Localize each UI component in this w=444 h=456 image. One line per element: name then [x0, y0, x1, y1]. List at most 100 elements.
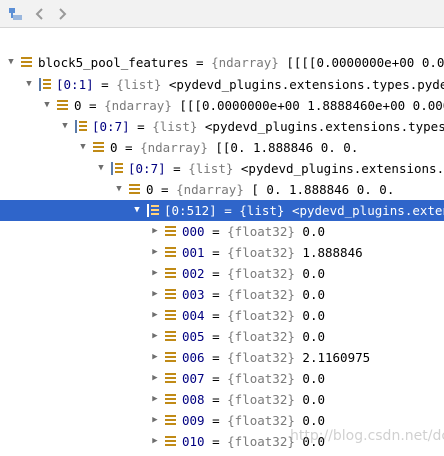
expanded-arrow-icon[interactable]: ▼: [6, 52, 16, 73]
tree-row[interactable]: ▶ 007 = {float32} 0.0: [0, 368, 444, 389]
equals-sign: =: [204, 266, 228, 281]
equals-sign: =: [81, 98, 105, 113]
variable-name: [0:1]: [56, 77, 94, 92]
variable-value: <pydevd_plugins.extensions.types.pydevd_…: [240, 161, 444, 176]
collapsed-arrow-icon[interactable]: ▶: [150, 221, 160, 242]
tree-row[interactable]: ▶ 005 = {float32} 0.0: [0, 326, 444, 347]
collapsed-arrow-icon[interactable]: ▶: [150, 263, 160, 284]
ndarray-icon: [129, 184, 140, 195]
tree-row-text: 000 = {float32} 0.0: [182, 221, 325, 242]
debugger-toolbar: [0, 0, 444, 28]
variable-name: 010: [182, 434, 205, 449]
collapsed-arrow-icon[interactable]: ▶: [150, 326, 160, 347]
equals-sign: =: [188, 55, 212, 70]
tree-row[interactable]: ▶ 001 = {float32} 1.888846: [0, 242, 444, 263]
tree-row-text: 004 = {float32} 0.0: [182, 305, 325, 326]
tree-row-text: block5_pool_features = {ndarray} [[[[0.0…: [38, 52, 444, 73]
ndarray-icon: [165, 415, 176, 426]
equals-sign: =: [204, 413, 228, 428]
tree-row-text: 003 = {float32} 0.0: [182, 284, 325, 305]
tree-row[interactable]: ▼ [0:7] = {list} <pydevd_plugins.extensio…: [0, 158, 444, 179]
variable-type: {ndarray}: [140, 140, 208, 155]
collapsed-arrow-icon[interactable]: ▶: [150, 431, 160, 452]
ndarray-icon: [165, 394, 176, 405]
tree-row[interactable]: ▶ 002 = {float32} 0.0: [0, 263, 444, 284]
collapsed-arrow-icon[interactable]: ▶: [150, 347, 160, 368]
variable-name: [0:7]: [92, 119, 130, 134]
variable-type: {list}: [188, 161, 234, 176]
equals-sign: =: [204, 392, 228, 407]
variable-value: 0.0: [294, 308, 325, 323]
expanded-arrow-icon[interactable]: ▼: [24, 74, 34, 95]
equals-sign: =: [204, 308, 228, 323]
equals-sign: =: [129, 119, 153, 134]
tree-row[interactable]: ▼ 0 = {ndarray} [[[0.0000000e+00 1.888846…: [0, 95, 444, 116]
variable-type: {float32}: [227, 392, 295, 407]
ndarray-icon: [165, 247, 176, 258]
tree-row[interactable]: ▶ 000 = {float32} 0.0: [0, 221, 444, 242]
equals-sign: =: [216, 203, 240, 218]
tree-row-text: 008 = {float32} 0.0: [182, 389, 325, 410]
forward-arrow-icon[interactable]: [52, 4, 72, 24]
variable-value: 0.0: [294, 266, 325, 281]
tree-row-text: 001 = {float32} 1.888846: [182, 242, 363, 263]
variable-value: [[[0.0000000e+00 1.8888460e+00 0.0000000…: [179, 98, 444, 113]
tree-row[interactable]: ▼ [0:512] = {list} <pydevd_plugins.extens…: [0, 200, 444, 221]
variable-type: {float32}: [227, 329, 295, 344]
expanded-arrow-icon[interactable]: ▼: [60, 116, 70, 137]
variable-value: 0.0: [294, 392, 325, 407]
tree-row-text: 005 = {float32} 0.0: [182, 326, 325, 347]
equals-sign: =: [204, 329, 228, 344]
ndarray-icon: [165, 352, 176, 363]
list-icon: [75, 120, 87, 133]
tree-row[interactable]: ▼ [0:7] = {list} <pydevd_plugins.extensio…: [0, 116, 444, 137]
variable-name: 008: [182, 392, 205, 407]
tree-row[interactable]: ▼ [0:1] = {list} <pydevd_plugins.extensio…: [0, 74, 444, 95]
list-icon: [39, 78, 51, 91]
collapsed-arrow-icon[interactable]: ▶: [150, 242, 160, 263]
variable-value: [[[[0.0000000e+00 0.0000000e+00: [286, 55, 444, 70]
tree-row[interactable]: ▼ 0 = {ndarray} [[0. 1.888846 0. 0.: [0, 137, 444, 158]
collapsed-arrow-icon[interactable]: ▶: [150, 410, 160, 431]
expanded-arrow-icon[interactable]: ▼: [96, 158, 106, 179]
expanded-arrow-icon[interactable]: ▼: [114, 179, 124, 200]
tree-row-text: 007 = {float32} 0.0: [182, 368, 325, 389]
tree-row-text: 0 = {ndarray} [ 0. 1.888846 0. 0.: [146, 179, 394, 200]
tree-row[interactable]: ▼ 0 = {ndarray} [ 0. 1.888846 0. 0.: [0, 179, 444, 200]
variable-name: 0: [110, 140, 118, 155]
tree-row-text: 0 = {ndarray} [[0. 1.888846 0. 0.: [110, 137, 358, 158]
tree-row-text: 0 = {ndarray} [[[0.0000000e+00 1.8888460…: [74, 95, 444, 116]
variable-name: 006: [182, 350, 205, 365]
variable-value: [ 0. 1.888846 0. 0.: [243, 182, 395, 197]
variable-name: [0:7]: [128, 161, 166, 176]
tree-row-text: [0:512] = {list} <pydevd_plugins.extensi…: [164, 200, 444, 221]
variable-name: [0:512]: [164, 203, 217, 218]
tree-row[interactable]: ▶ 004 = {float32} 0.0: [0, 305, 444, 326]
variable-type: {float32}: [227, 287, 295, 302]
tree-row[interactable]: ▼ block5_pool_features = {ndarray} [[[[0.…: [0, 52, 444, 73]
tree-view-icon[interactable]: [6, 4, 26, 24]
tree-row[interactable]: ▶ 008 = {float32} 0.0: [0, 389, 444, 410]
collapsed-arrow-icon[interactable]: ▶: [150, 284, 160, 305]
equals-sign: =: [165, 161, 189, 176]
watermark: http://blog.csdn.net/dcrmg: [290, 428, 444, 444]
ndarray-icon: [21, 57, 32, 68]
back-arrow-icon[interactable]: [30, 4, 50, 24]
tree-row-text: 002 = {float32} 0.0: [182, 263, 325, 284]
variable-name: 002: [182, 266, 205, 281]
tree-row-text: [0:7] = {list} <pydevd_plugins.extension…: [92, 116, 444, 137]
collapsed-arrow-icon[interactable]: ▶: [150, 305, 160, 326]
tree-row[interactable]: ▶ 006 = {float32} 2.1160975: [0, 347, 444, 368]
expanded-arrow-icon[interactable]: ▼: [42, 95, 52, 116]
variable-name: 009: [182, 413, 205, 428]
tree-row[interactable]: ▶ 003 = {float32} 0.0: [0, 284, 444, 305]
variable-name: 005: [182, 329, 205, 344]
expanded-arrow-icon[interactable]: ▼: [132, 200, 142, 221]
equals-sign: =: [153, 182, 177, 197]
collapsed-arrow-icon[interactable]: ▶: [150, 368, 160, 389]
variable-type: {float32}: [227, 371, 295, 386]
expanded-arrow-icon[interactable]: ▼: [78, 137, 88, 158]
variable-type: {float32}: [227, 434, 295, 449]
collapsed-arrow-icon[interactable]: ▶: [150, 389, 160, 410]
variable-type: {ndarray}: [211, 55, 279, 70]
